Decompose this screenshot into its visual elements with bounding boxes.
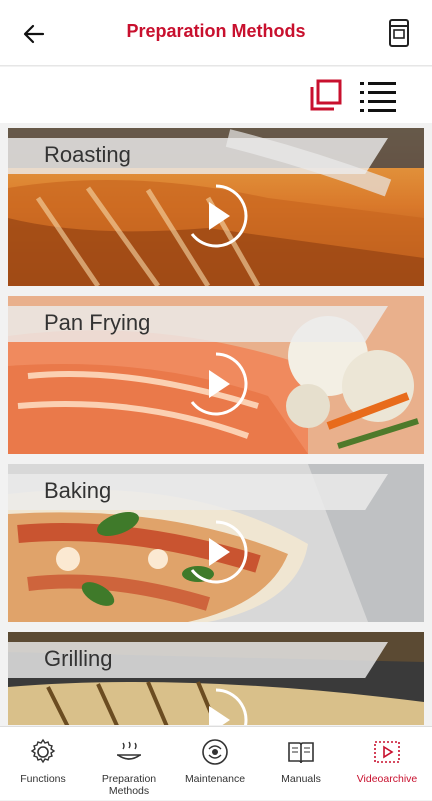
page-title: Preparation Methods (126, 21, 306, 41)
device-button[interactable] (384, 16, 414, 50)
video-title: Baking (44, 478, 112, 503)
oven-device-icon (389, 19, 409, 47)
gallery-view-icon (310, 79, 342, 111)
tab-label: Preparation Methods (101, 773, 157, 797)
gear-icon (30, 738, 56, 764)
book-icon (288, 742, 314, 764)
video-card-grilling[interactable]: Grilling (8, 632, 424, 725)
video-card-baking[interactable]: Baking (8, 464, 424, 622)
video-title: Pan Frying (44, 310, 151, 335)
tab-label: Videoarchive (356, 773, 418, 785)
play-icon[interactable] (184, 352, 248, 416)
tab-maintenance[interactable]: Maintenance (172, 727, 258, 801)
video-title: Grilling (44, 646, 113, 671)
tab-label: Functions (20, 773, 66, 785)
video-card-roasting[interactable]: Roasting (8, 128, 424, 286)
video-title: Roasting (44, 142, 131, 167)
tab-preparation-methods[interactable]: Preparation Methods (86, 727, 172, 801)
tab-videoarchive[interactable]: Videoarchive (344, 727, 430, 801)
tab-functions[interactable]: Functions (0, 727, 86, 801)
tab-label: Manuals (281, 773, 321, 785)
video-list: Roasting Pan Frying Baking Grilling (8, 128, 424, 725)
list-view-icon (360, 82, 396, 112)
play-icon[interactable] (184, 688, 248, 725)
play-icon[interactable] (184, 520, 248, 584)
tab-label: Maintenance (184, 773, 246, 785)
list-view-button[interactable] (358, 79, 398, 113)
steam-pan-icon (117, 741, 141, 760)
grid-view-button[interactable] (308, 79, 344, 113)
app-header: Preparation Methods (0, 0, 432, 66)
play-icon[interactable] (184, 184, 248, 248)
tab-manuals[interactable]: Manuals (258, 727, 344, 801)
video-card-pan-frying[interactable]: Pan Frying (8, 296, 424, 454)
cleaning-icon (202, 739, 228, 765)
video-icon (374, 741, 400, 763)
view-toggle-bar (0, 67, 432, 123)
bottom-tab-bar: Functions Preparation Methods Maintenanc… (0, 726, 432, 800)
